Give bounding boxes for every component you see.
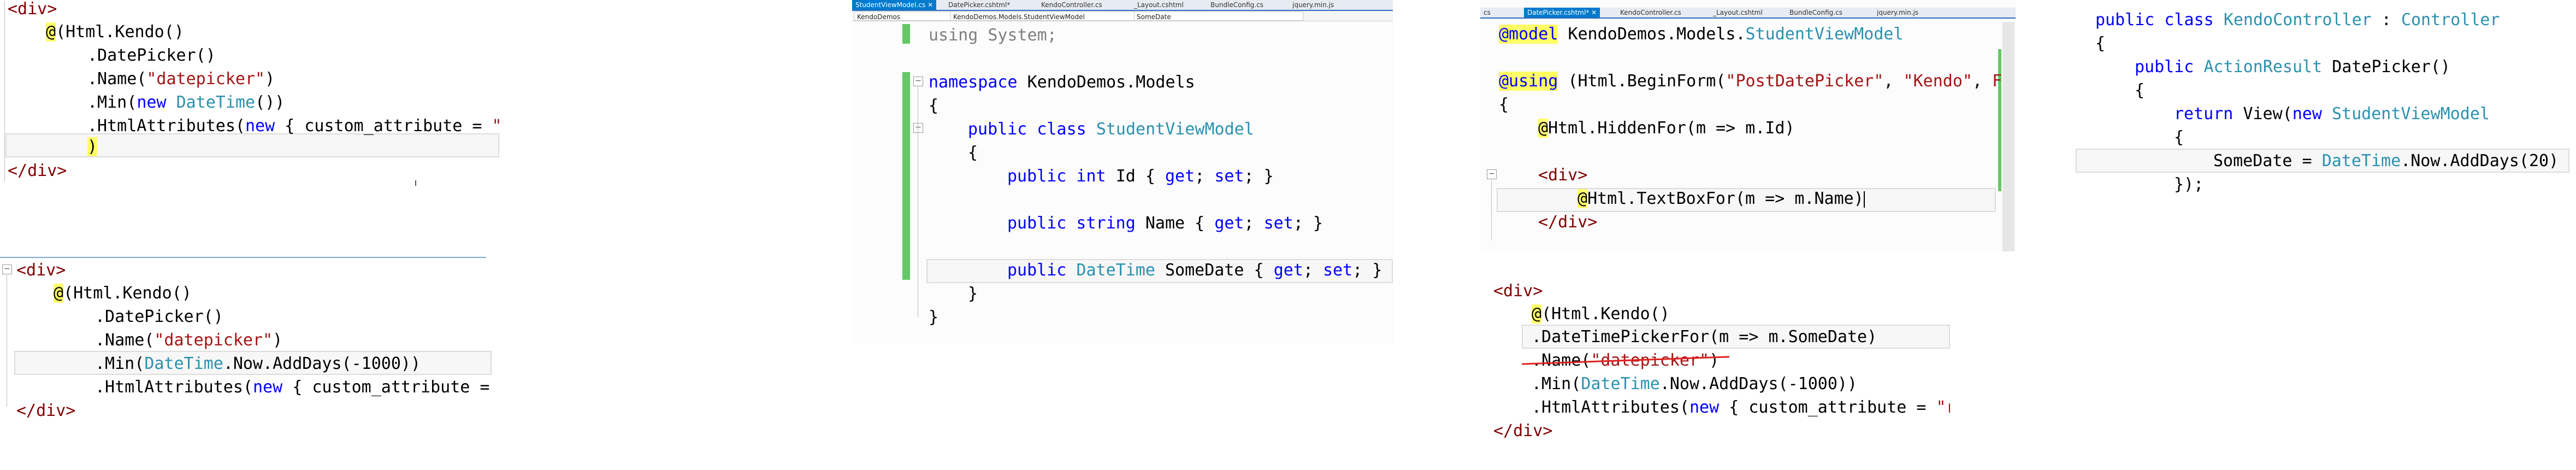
code-line: @(Html.Kendo() <box>54 284 192 303</box>
code-panel-datepicker-adddays: − <div> @(Html.Kendo() .DatePicker() .Na… <box>0 257 492 426</box>
panel-top-border <box>0 257 486 258</box>
code-line: .Min(new DateTime()) <box>87 93 285 112</box>
change-marker <box>902 72 910 280</box>
code-line: ) <box>87 137 98 156</box>
code-line: @model KendoDemos.Models.StudentViewMode… <box>1499 25 1904 44</box>
code-panel-datepicker-min: <div> @(Html.Kendo() .DatePicker() .Name… <box>0 0 503 186</box>
code-line: return View(new StudentViewModel <box>2174 104 2490 124</box>
code-line: @(Html.Kendo() <box>46 22 184 42</box>
tab-bundleconfig[interactable]: BundleConfig.cs <box>1207 0 1267 10</box>
code-line: public string Name { get; set; } <box>1007 214 1323 233</box>
code-line: .Min(DateTime.Now.AddDays(-1000)) <box>1532 374 1858 393</box>
tab-kendocontroller[interactable]: KendoController.cs <box>1617 8 1685 17</box>
code-line: .DateTimePickerFor(m => m.SomeDate) <box>1532 327 1877 346</box>
tab-bundleconfig[interactable]: BundleConfig.cs <box>1786 8 1846 17</box>
code-line: .DatePicker() <box>87 46 216 65</box>
tab-cs[interactable]: cs <box>1480 8 1494 17</box>
vertical-scrollbar[interactable] <box>2002 22 2014 251</box>
tab-datepicker[interactable]: DatePicker.cshtml* ✕ <box>1524 8 1600 17</box>
collapse-toggle-icon[interactable]: − <box>1487 169 1497 179</box>
collapse-toggle-icon[interactable]: − <box>913 123 923 133</box>
tab-layout[interactable]: _Layout.cshtml <box>1131 0 1187 10</box>
tab-kendocontroller[interactable]: KendoController.cs <box>1038 0 1106 10</box>
tab-layout[interactable]: _Layout.cshtml <box>1710 8 1766 17</box>
code-line: .Name("datepicker") <box>87 69 275 89</box>
code-line: @Html.HiddenFor(m => m.Id) <box>1538 119 1795 138</box>
editor-margin <box>4 1 5 181</box>
code-line: { <box>2095 34 2106 53</box>
code-line: SomeDate = DateTime.Now.AddDays(20) <box>2213 151 2559 171</box>
navigation-bar: KendoDemos KendoDemos.Models.StudentView… <box>852 11 1393 21</box>
code-line: { <box>2135 81 2145 100</box>
editor-margin <box>1491 180 1492 240</box>
tab-jquery[interactable]: jquery.min.js <box>1289 0 1337 10</box>
code-panel-datetimepickerfor: <div> @(Html.Kendo() .DateTimePickerFor(… <box>1486 273 1950 448</box>
code-panel-kendocontroller: public class KendoController : Controlle… <box>2076 0 2576 208</box>
code-line: @(Html.Kendo() <box>1532 304 1670 324</box>
code-line: </div> <box>1538 213 1598 232</box>
type-dropdown[interactable]: KendoDemos.Models.StudentViewModel <box>950 11 1136 21</box>
code-line: @using (Html.BeginForm("PostDatePicker",… <box>1499 72 2002 91</box>
editor-tab-strip: StudentViewModel.cs ✕ DatePicker.cshtml*… <box>852 0 1393 11</box>
code-panel-studentviewmodel: StudentViewModel.cs ✕ DatePicker.cshtml*… <box>852 0 1393 344</box>
tab-datepicker[interactable]: DatePicker.cshtml* <box>945 0 1013 10</box>
code-line: } <box>929 308 939 327</box>
code-line: public ActionResult DatePicker() <box>2135 57 2450 77</box>
project-dropdown[interactable]: KendoDemos <box>854 11 953 21</box>
member-dropdown[interactable]: SomeDate <box>1134 11 1303 21</box>
code-line: .HtmlAttributes(new { custom_attribute =… <box>1532 398 1950 417</box>
code-line: .Min(DateTime.Now.AddDays(-1000)) <box>95 354 421 373</box>
code-line: <div> <box>1493 281 1543 301</box>
code-line: public class StudentViewModel <box>968 120 1254 139</box>
code-line: } <box>968 284 978 303</box>
code-line: </div> <box>8 161 67 180</box>
code-line: .HtmlAttributes(new { custom_attribute =… <box>87 116 503 136</box>
collapse-toggle-icon[interactable]: − <box>2 265 12 274</box>
code-panel-datepicker-view: cs DatePicker.cshtml* ✕ KendoController.… <box>1480 0 2016 251</box>
code-line: public class KendoController : Controlle… <box>2095 10 2500 30</box>
change-marker <box>902 24 910 44</box>
code-line: </div> <box>1493 421 1553 440</box>
code-line: { <box>2174 128 2184 147</box>
code-line: .DatePicker() <box>95 307 223 326</box>
code-line: { <box>929 96 939 115</box>
tab-jquery[interactable]: jquery.min.js <box>1874 8 1922 17</box>
text-cursor-icon <box>415 180 416 186</box>
code-line: { <box>968 143 978 162</box>
code-line: <div> <box>1538 166 1588 185</box>
editor-tab-strip: cs DatePicker.cshtml* ✕ KendoController.… <box>1480 8 2016 19</box>
code-line: namespace KendoDemos.Models <box>929 73 1195 92</box>
code-line: using System; <box>929 26 1057 45</box>
collapse-toggle-icon[interactable]: − <box>913 77 923 86</box>
code-line: <div> <box>8 0 57 19</box>
code-line: { <box>1499 95 1509 114</box>
code-line: @Html.TextBoxFor(m => m.Name) <box>1577 189 1865 208</box>
code-line: .Name("datepicker") <box>95 331 283 350</box>
code-line: public int Id { get; set; } <box>1007 167 1274 186</box>
code-line: }); <box>2174 175 2204 194</box>
code-line: .HtmlAttributes(new { custom_attribute = <box>95 378 490 397</box>
code-line: public DateTime SomeDate { get; set; } <box>1007 261 1382 280</box>
text-caret <box>1863 191 1865 208</box>
code-line: </div> <box>16 401 76 420</box>
tab-studentviewmodel[interactable]: StudentViewModel.cs ✕ <box>852 0 937 10</box>
code-line: <div> <box>16 261 66 280</box>
